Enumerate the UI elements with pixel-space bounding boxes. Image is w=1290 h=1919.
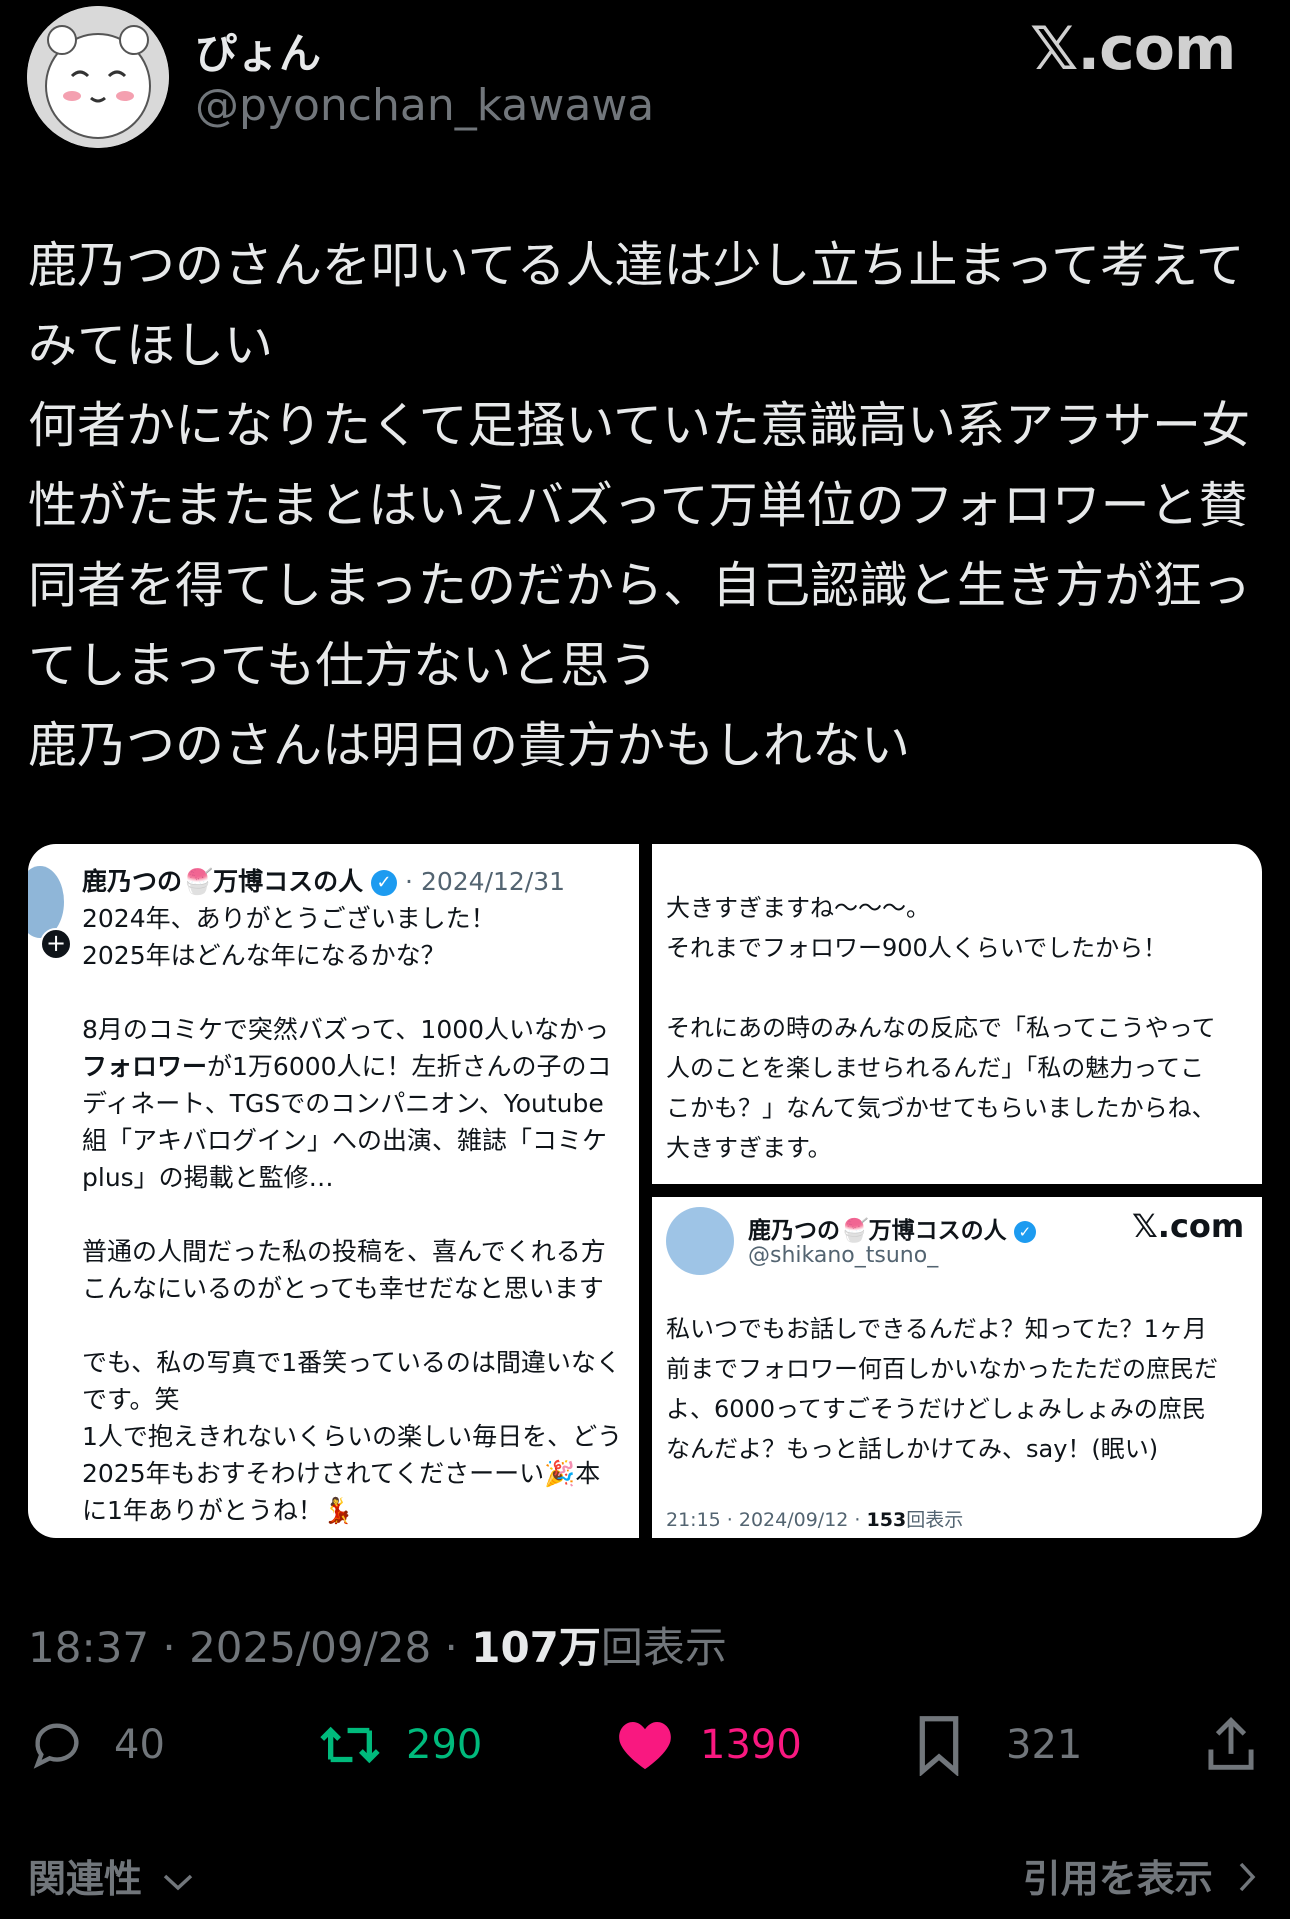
views-label: 回表示	[600, 1623, 727, 1672]
avatar[interactable]	[27, 6, 169, 148]
card-text-line: フォロワーが1万6000人に！左折さんの子のコ	[82, 1052, 612, 1081]
card-text-line	[82, 1307, 639, 1344]
card-author-name: 鹿乃つの🍧万博コスの人	[748, 1218, 1007, 1244]
timestamp[interactable]: 18:37 · 2025/09/28 ·	[28, 1623, 471, 1672]
card-text-line: 人のことを楽しませられるんだ」「私の魅力ってこ	[666, 1054, 1205, 1082]
bear-avatar-icon	[27, 6, 169, 148]
card-author-name: 鹿乃つの🍧万博コスの人	[82, 867, 364, 896]
card-text-line: 組「アキバログイン」への出演、雑誌「コミケ	[82, 1126, 608, 1155]
card-handle: @shikano_tsuno_	[748, 1243, 939, 1268]
sort-dropdown[interactable]: 関連性	[28, 1848, 193, 1903]
card-text-line: 2025年もおすそわけされてくださーーい🎉本	[82, 1459, 601, 1488]
media-grid[interactable]: + 鹿乃つの🍧万博コスの人 ✓ · 2024/12/31 2024年、ありがとう…	[28, 844, 1262, 1538]
reply-button[interactable]: 40	[28, 1700, 165, 1790]
media-image-3[interactable]: 鹿乃つの🍧万博コスの人 ✓ @shikano_tsuno_ 𝕏.com 私いつで…	[652, 1197, 1262, 1538]
card-text-line: です。笑	[82, 1385, 180, 1414]
like-button[interactable]: 1390	[616, 1700, 802, 1790]
retweet-icon	[320, 1726, 380, 1764]
sort-label: 関連性	[28, 1857, 143, 1901]
card-date: · 2024/12/31	[405, 867, 566, 896]
card-text: 私いつでもお話しできるんだよ？知ってた？1ヶ月 前までフォロワー何百しかいなかった…	[666, 1309, 1256, 1469]
verified-icon: ✓	[1013, 1220, 1036, 1243]
card-text-line: 大きすぎますね〜〜〜。	[666, 894, 930, 922]
card-text-line: こんなにいるのがとっても幸せだなと思います	[82, 1274, 604, 1303]
retweet-count: 290	[406, 1722, 483, 1768]
share-icon	[1208, 1716, 1254, 1770]
card-text-line: なんだよ？もっと話しかけてみ、say！(眠い)	[666, 1435, 1159, 1463]
card-text-line: 1人で抱えきれないくらいの楽しい毎日を、どう	[82, 1422, 623, 1451]
card-views-count: 153	[866, 1509, 907, 1531]
card-text-line: 大きすぎます。	[666, 1134, 832, 1162]
view-quotes-link[interactable]: 引用を表示	[1023, 1848, 1256, 1903]
card-text-line	[666, 968, 1256, 1008]
card-text-line	[82, 974, 639, 1011]
chevron-right-icon	[1238, 1857, 1256, 1901]
card-text-line: 前までフォロワー何百しかいなかったただの庶民だ	[666, 1355, 1218, 1383]
reply-count: 40	[114, 1722, 165, 1768]
card-text-line: 2025年はどんな年になるかな？	[82, 941, 446, 970]
x-watermark: 𝕏.com	[1132, 1207, 1245, 1245]
chevron-down-icon	[163, 1857, 193, 1901]
avatar	[28, 866, 64, 938]
bookmark-count: 321	[1006, 1722, 1083, 1768]
card-text-line: に1年ありがとうね！💃	[82, 1496, 355, 1525]
card-text-line: ディネート、TGSでのコンパニオン、Youtube	[82, 1089, 604, 1118]
like-count: 1390	[700, 1722, 802, 1768]
quotes-label: 引用を表示	[1022, 1857, 1213, 1901]
user-handle[interactable]: @pyonchan_kawawa	[195, 80, 654, 131]
media-image-1[interactable]: + 鹿乃つの🍧万博コスの人 ✓ · 2024/12/31 2024年、ありがとう…	[28, 844, 639, 1538]
reply-icon	[33, 1723, 79, 1769]
tweet-meta: 18:37 · 2025/09/28 · 107万回表示	[28, 1614, 727, 1675]
retweet-button[interactable]: 290	[318, 1700, 482, 1790]
x-watermark: 𝕏.com	[1030, 14, 1236, 84]
card-text-line: よ、6000ってすごそうだけどしょみしょみの庶民	[666, 1395, 1206, 1423]
card-text: 2024年、ありがとうございました！ 2025年はどんな年になるかな？ 8月のコミ…	[82, 900, 639, 1529]
display-name[interactable]: ぴょん	[195, 20, 321, 81]
card-text-line	[82, 1196, 639, 1233]
action-bar: 40 290 1390 321	[0, 1700, 1290, 1790]
media-image-2[interactable]: 大きすぎますね〜〜〜。それまでフォロワー900人くらいでしたから！ それにあの時…	[652, 844, 1262, 1184]
bookmark-button[interactable]: 321	[914, 1700, 1082, 1790]
avatar	[666, 1207, 734, 1275]
follow-plus-icon: +	[40, 928, 72, 960]
share-button[interactable]	[1204, 1700, 1258, 1790]
bookmark-icon	[919, 1716, 959, 1776]
card-text-line: それにあの時のみんなの反応で「私ってこうやって	[666, 1014, 1216, 1042]
card-text-line: 普通の人間だった私の投稿を、喜んでくれる方	[82, 1237, 606, 1266]
heart-filled-icon	[619, 1722, 671, 1770]
card-text-line: でも、私の写真で1番笑っているのは間違いなく	[82, 1348, 621, 1377]
card-text-line: plus」の掲載と監修…	[82, 1163, 334, 1192]
views-count: 107万	[471, 1623, 601, 1672]
card-text-line: こかも？」なんて気づかせてもらいましたからね、	[666, 1094, 1216, 1122]
verified-icon: ✓	[371, 870, 398, 896]
card-timestamp: 21:15 · 2024/09/12 ·	[666, 1509, 867, 1531]
card-text-line: それまでフォロワー900人くらいでしたから！	[666, 934, 1168, 962]
card-text-line: 2024年、ありがとうございました！	[82, 904, 496, 933]
card-views-label: 回表示	[906, 1509, 964, 1531]
card-text-line: 8月のコミケで突然バズって、1000人いなかっ	[82, 1015, 610, 1044]
card-text-line: 私いつでもお話しできるんだよ？知ってた？1ヶ月	[666, 1315, 1207, 1343]
tweet-text: 鹿乃つのさんを叩いてる人達は少し立ち止まって考えてみてほしい 何者かになりたくて…	[28, 237, 1252, 774]
card-text: 大きすぎますね〜〜〜。それまでフォロワー900人くらいでしたから！ それにあの時…	[666, 888, 1256, 1168]
